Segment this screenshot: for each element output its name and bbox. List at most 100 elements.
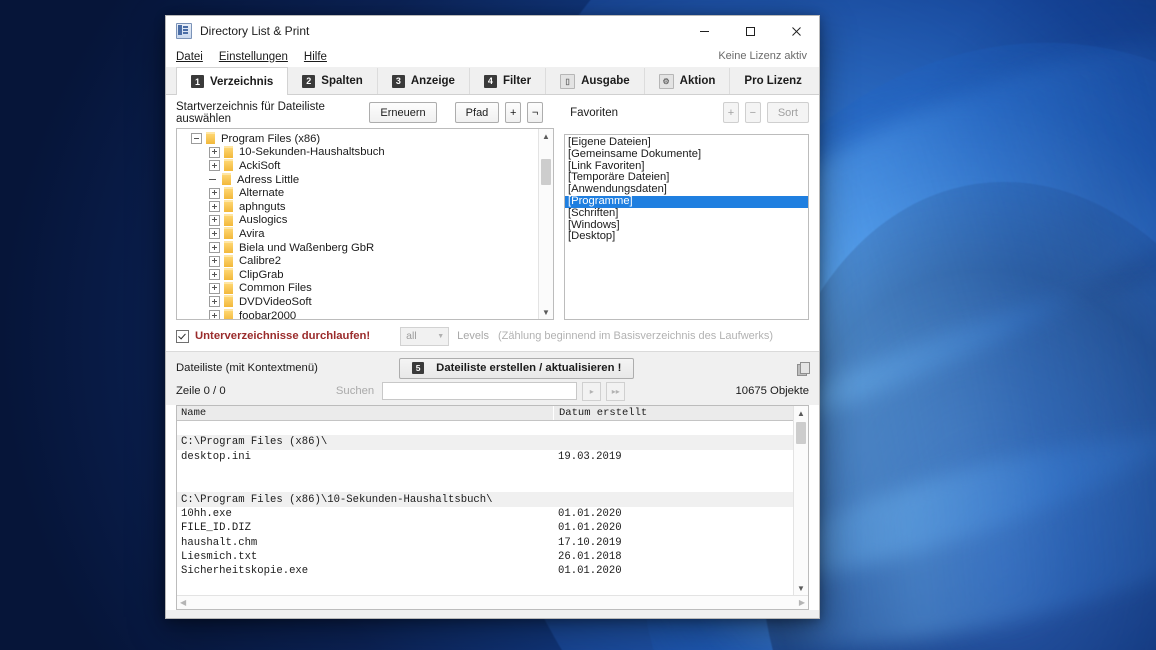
folder-icon (224, 295, 233, 308)
tab-spalten[interactable]: 2 Spalten (288, 68, 378, 94)
expand-icon[interactable] (209, 310, 220, 319)
search-input[interactable] (382, 382, 578, 400)
tab-aktion[interactable]: ⚙ Aktion (644, 68, 731, 94)
expand-icon[interactable] (209, 255, 220, 267)
levels-select[interactable]: all ▼ (400, 326, 450, 346)
folder-icon (224, 186, 233, 199)
filelist-path-row[interactable]: C:\Program Files (x86)\10-Sekunden-Haush… (177, 492, 793, 507)
tab-anzeige[interactable]: 3 Anzeige (377, 68, 470, 94)
favorites-panel: [Eigene Dateien] [Gemeinsame Dokumente] [L… (564, 128, 809, 320)
expand-icon[interactable] (209, 214, 220, 226)
create-filelist-button[interactable]: 5 Dateiliste erstellen / aktualisieren ! (399, 357, 635, 379)
filelist-row[interactable] (177, 578, 793, 593)
search-last-button[interactable]: ▸▸ (606, 381, 626, 401)
filelist-vertical-scrollbar[interactable]: ▲ ▼ (793, 406, 808, 595)
tab-filter[interactable]: 4 Filter (469, 68, 547, 94)
filelist-row[interactable] (177, 463, 793, 479)
expand-icon[interactable] (209, 228, 220, 240)
filelist-scroll-right-icon[interactable]: ▶ (799, 598, 805, 607)
filelist-path-row[interactable]: C:\Program Files (x86)\ (177, 435, 793, 450)
minimize-button[interactable] (681, 16, 727, 46)
tree-item[interactable]: Common Files (177, 281, 538, 296)
traverse-subdirectories-checkbox[interactable] (176, 329, 189, 343)
filelist-horizontal-scrollbar[interactable]: ◀ ▶ (177, 595, 808, 609)
path-button[interactable]: Pfad (454, 102, 500, 123)
expand-icon[interactable] (209, 282, 220, 294)
add-path-button[interactable]: + (505, 102, 522, 123)
folder-icon (224, 145, 233, 158)
directory-tree[interactable]: Program Files (x86) 10-Sekunden-Haushalts… (176, 128, 554, 320)
folder-icon (224, 200, 233, 213)
tree-item[interactable]: DVDVideoSoft (177, 295, 538, 309)
tree-item-label: Calibre2 (239, 255, 282, 268)
column-header-name[interactable]: Name (177, 406, 554, 420)
filelist-scroll-up-icon[interactable]: ▲ (794, 406, 808, 420)
object-count: 10675 Objekte (735, 385, 810, 397)
tree-scroll-up-icon[interactable]: ▲ (539, 129, 553, 143)
filelist-row[interactable]: Sicherheitskopie.exe 01.01.2020 (177, 564, 793, 578)
tree-item[interactable]: Calibre2 (177, 254, 538, 268)
tab-verzeichnis[interactable]: 1 Verzeichnis (176, 67, 289, 95)
tree-item[interactable]: Alternate (177, 186, 538, 200)
tree-item[interactable]: Avira (177, 227, 538, 241)
expand-icon[interactable] (209, 187, 220, 199)
filelist-cell-name: 10hh.exe (181, 507, 232, 520)
filelist-rows[interactable]: C:\Program Files (x86)\ desktop.ini 19.03.… (177, 421, 793, 595)
search-next-button[interactable]: ▸ (582, 381, 602, 401)
tree-scroll-thumb[interactable] (541, 159, 551, 185)
favorite-item[interactable]: [Desktop] (565, 231, 808, 243)
favorites-list[interactable]: [Eigene Dateien] [Gemeinsame Dokumente] [L… (564, 134, 809, 320)
expand-icon[interactable] (209, 146, 220, 158)
tree-scroll-down-icon[interactable]: ▼ (539, 305, 553, 319)
tree-item[interactable]: 10-Sekunden-Haushaltsbuch (177, 145, 538, 160)
filelist-row[interactable]: FILE_ID.DIZ 01.01.2020 (177, 521, 793, 535)
maximize-button[interactable] (727, 16, 773, 46)
filelist-panel: Name Datum erstellt C:\Program Files (x8… (176, 405, 809, 610)
filelist-scroll-left-icon[interactable]: ◀ (180, 598, 186, 607)
filelist-scroll-thumb[interactable] (796, 422, 806, 444)
tree-item[interactable]: aphnguts (177, 200, 538, 214)
tree-item[interactable]: ClipGrab (177, 268, 538, 282)
filelist-row[interactable] (177, 478, 793, 493)
tab-ausgabe[interactable]: ▯ Ausgabe (546, 68, 645, 94)
remove-path-button[interactable]: ¬ (527, 102, 544, 123)
filelist-column-area: Name Datum erstellt C:\Program Files (x8… (177, 406, 793, 595)
favorite-sort-button[interactable]: Sort (766, 102, 809, 123)
refresh-button[interactable]: Erneuern (369, 102, 437, 123)
filelist-row[interactable]: desktop.ini 19.03.2019 (177, 450, 793, 464)
favorite-add-button[interactable]: + (723, 102, 739, 123)
tree-item[interactable]: Auslogics (177, 213, 538, 228)
filelist-row[interactable]: Liesmich.txt 26.01.2018 (177, 550, 793, 564)
tab-pro-lizenz[interactable]: Pro Lizenz (730, 68, 816, 94)
expand-icon[interactable] (209, 201, 220, 213)
tree-item[interactable]: AckiSoft (177, 159, 538, 173)
expand-icon[interactable] (209, 160, 220, 172)
expand-icon[interactable] (209, 296, 220, 308)
expand-icon[interactable] (209, 269, 220, 281)
subdirectory-row: Unterverzeichnisse durchlaufen! all ▼ Le… (176, 326, 809, 346)
tree-item[interactable]: foobar2000 (177, 309, 538, 319)
tree-item-label: Avira (239, 227, 265, 240)
tree-item[interactable]: Adress Little (177, 173, 538, 187)
close-button[interactable] (773, 16, 819, 46)
filelist-row[interactable]: 10hh.exe 01.01.2020 (177, 507, 793, 521)
menu-datei[interactable]: Datei (176, 51, 203, 63)
row-counter: Zeile 0 / 0 (176, 385, 226, 397)
tree-item[interactable]: Biela und Waßenberg GbR (177, 241, 538, 255)
filelist-row[interactable] (177, 421, 793, 436)
column-header-date[interactable]: Datum erstellt (554, 406, 793, 420)
menu-hilfe[interactable]: Hilfe (304, 51, 327, 63)
filelist-scroll-down-icon[interactable]: ▼ (794, 581, 808, 595)
collapse-icon[interactable] (191, 133, 202, 145)
folder-icon (224, 213, 233, 226)
expand-icon[interactable] (209, 242, 220, 254)
menu-einstellungen[interactable]: Einstellungen (219, 51, 288, 63)
tree-vertical-scrollbar[interactable]: ▲ ▼ (538, 129, 553, 319)
favorite-item[interactable]: [Schriften] (565, 207, 808, 220)
filelist-row[interactable]: haushalt.chm 17.10.2019 (177, 535, 793, 549)
favorite-remove-button[interactable]: − (744, 102, 761, 123)
favorite-item[interactable]: [Gemeinsame Dokumente] (565, 148, 808, 161)
favorite-item[interactable]: [Programme] (565, 195, 808, 208)
tree-item[interactable]: Program Files (x86) (177, 132, 538, 146)
copy-icon[interactable] (796, 361, 810, 376)
